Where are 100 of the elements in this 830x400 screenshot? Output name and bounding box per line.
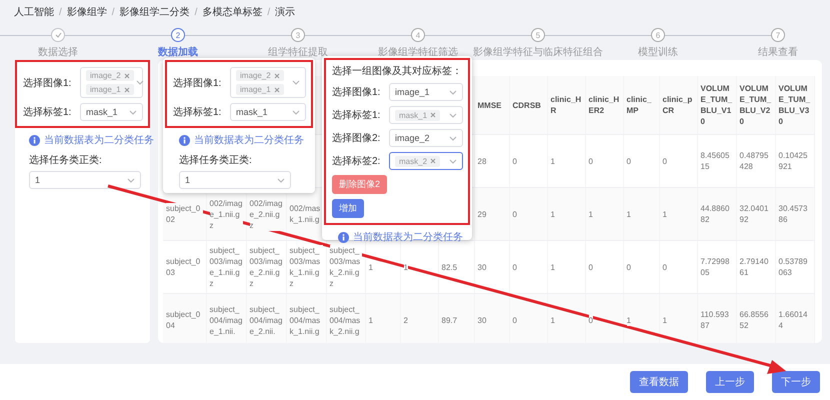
field-label: 选择图像2: xyxy=(332,132,382,145)
step-label[interactable]: 数据选择 xyxy=(38,45,78,59)
column-header: VOLUME_TUM_BLU_V10 xyxy=(700,83,732,127)
step-label[interactable]: 结果查看 xyxy=(758,45,798,59)
tag[interactable]: image_1 xyxy=(86,84,134,95)
select-field[interactable]: image_1 xyxy=(389,83,463,101)
column-header: MMSE xyxy=(478,100,502,110)
table-cell: 1 xyxy=(626,314,631,326)
step-circle: 6 xyxy=(651,28,665,42)
breadcrumb-separator: / xyxy=(194,6,198,18)
table-cell: 0.48795428 xyxy=(740,150,772,172)
tag[interactable]: mask_1 xyxy=(395,110,440,120)
step-label[interactable]: 模型训练 xyxy=(638,45,678,59)
table-cell: subject_004 xyxy=(166,309,202,331)
table-cell: 44.886082 xyxy=(700,203,732,225)
form-title: 选择一组图像及其对应标签： xyxy=(332,65,463,78)
tag[interactable]: image_2 xyxy=(236,70,284,81)
step-label[interactable]: 影像组学特征筛选 xyxy=(378,45,458,59)
column-header: VOLUME_TUM_BLU_V20 xyxy=(740,83,772,127)
chevron-down-icon xyxy=(136,80,144,85)
add-button[interactable]: 增加 xyxy=(332,199,364,218)
table-cell: 30 xyxy=(478,262,486,272)
table-cell: 1 xyxy=(550,156,555,166)
select-field[interactable]: 1 xyxy=(29,171,141,189)
table-cell: subject_003/mask_1.nii.gz xyxy=(290,245,322,289)
info-text: 当前数据表为二分类任务 xyxy=(194,134,304,147)
tag[interactable]: image_2 xyxy=(86,70,134,81)
table-cell: 1 xyxy=(550,208,555,220)
close-icon[interactable] xyxy=(124,86,130,92)
close-icon[interactable] xyxy=(274,72,280,78)
chevron-down-icon xyxy=(449,90,457,94)
table-cell: 1 xyxy=(662,314,667,326)
field-label: 选择任务类正类: xyxy=(179,154,253,167)
multi-select-field[interactable]: mask_2 xyxy=(389,152,463,170)
close-icon[interactable] xyxy=(274,86,280,92)
breadcrumb-link[interactable]: 多模态单标签 xyxy=(202,5,262,19)
tag[interactable]: image_1 xyxy=(236,84,284,95)
field-label: 选择标签1: xyxy=(173,106,222,119)
table-cell: 1 xyxy=(550,314,555,326)
multi-select-field[interactable]: mask_1 xyxy=(389,106,463,124)
table-cell: subject_003/image_2.nii.gz xyxy=(250,245,282,289)
table-cell: 0 xyxy=(512,208,517,220)
tag[interactable]: mask_2 xyxy=(395,156,440,166)
table-cell: 7.7299805 xyxy=(700,256,732,278)
breadcrumb-separator: / xyxy=(59,6,62,18)
table-cell: 30 xyxy=(478,314,486,326)
breadcrumb-link[interactable]: 人工智能 xyxy=(14,5,54,19)
breadcrumb-link[interactable]: 演示 xyxy=(275,5,296,19)
step-circle: 4 xyxy=(411,28,425,42)
column-header: VOLUME_TUM_BLU_V30 xyxy=(778,83,810,127)
chevron-down-icon xyxy=(277,178,285,182)
select-field[interactable]: mask_1 xyxy=(80,103,143,121)
info-icon xyxy=(179,134,190,146)
field-label: 选择图像1: xyxy=(23,76,72,90)
close-icon[interactable] xyxy=(430,158,436,164)
column-header: CDRSB xyxy=(512,100,541,110)
table-cell: subject_004/image_1.nii. xyxy=(210,304,242,336)
close-icon[interactable] xyxy=(430,112,436,118)
table-cell: 1 xyxy=(368,314,373,326)
step-circle: 2 xyxy=(171,28,185,42)
table-cell: 1 xyxy=(550,262,555,272)
previous-button[interactable]: 上一步 xyxy=(706,371,754,393)
step-label[interactable]: 影像组学特征与临床特征组合 xyxy=(473,45,603,59)
table-cell: 0 xyxy=(588,262,593,272)
chevron-down-icon xyxy=(449,136,457,140)
breadcrumb-link[interactable]: 影像组学二分类 xyxy=(120,5,190,19)
breadcrumb-link[interactable]: 影像组学 xyxy=(66,5,107,19)
table-cell: subject_002 xyxy=(166,203,202,225)
select-field[interactable]: mask_1 xyxy=(230,103,306,121)
table-cell: 1 xyxy=(404,262,408,272)
view-data-button[interactable]: 查看数据 xyxy=(630,371,688,393)
next-button[interactable]: 下一步 xyxy=(772,371,820,393)
info-text: 当前数据表为二分类任务 xyxy=(353,230,463,244)
multi-select-field[interactable]: image_2 image_1 xyxy=(230,67,306,98)
table-cell: subject_003/image_1.nii.gz xyxy=(210,245,242,289)
table-cell: 29 xyxy=(478,208,486,220)
delete-button[interactable]: 删除图像2 xyxy=(332,175,388,194)
column-header: clinic_HR xyxy=(550,94,582,116)
step-label[interactable]: 数据加载 xyxy=(158,45,198,59)
chevron-down-icon xyxy=(129,110,137,114)
table-cell: 1 xyxy=(662,208,667,220)
table-cell: 0 xyxy=(626,262,631,272)
chevron-down-icon xyxy=(127,178,135,182)
multi-select-field[interactable]: image_2 image_1 xyxy=(80,67,143,98)
field-label: 选择任务类正类: xyxy=(29,154,103,167)
table-cell: 82.5 xyxy=(442,262,458,272)
field-label: 选择图像1: xyxy=(332,86,382,99)
table-cell: 1 xyxy=(626,208,631,220)
step-circle: 5 xyxy=(531,28,545,42)
select-field[interactable]: image_2 xyxy=(389,129,463,147)
close-icon[interactable] xyxy=(124,72,130,78)
table-cell: 1 xyxy=(588,208,593,220)
select-field[interactable]: 1 xyxy=(179,171,291,189)
table-cell: 28 xyxy=(478,156,486,166)
field-label: 选择标签2: xyxy=(332,154,382,168)
step-label[interactable]: 组学特征提取 xyxy=(268,45,328,59)
table-cell: 2 xyxy=(404,314,408,326)
table-cell: 0 xyxy=(512,156,517,166)
chevron-down-icon xyxy=(292,80,300,85)
table-cell: 0 xyxy=(662,156,667,166)
